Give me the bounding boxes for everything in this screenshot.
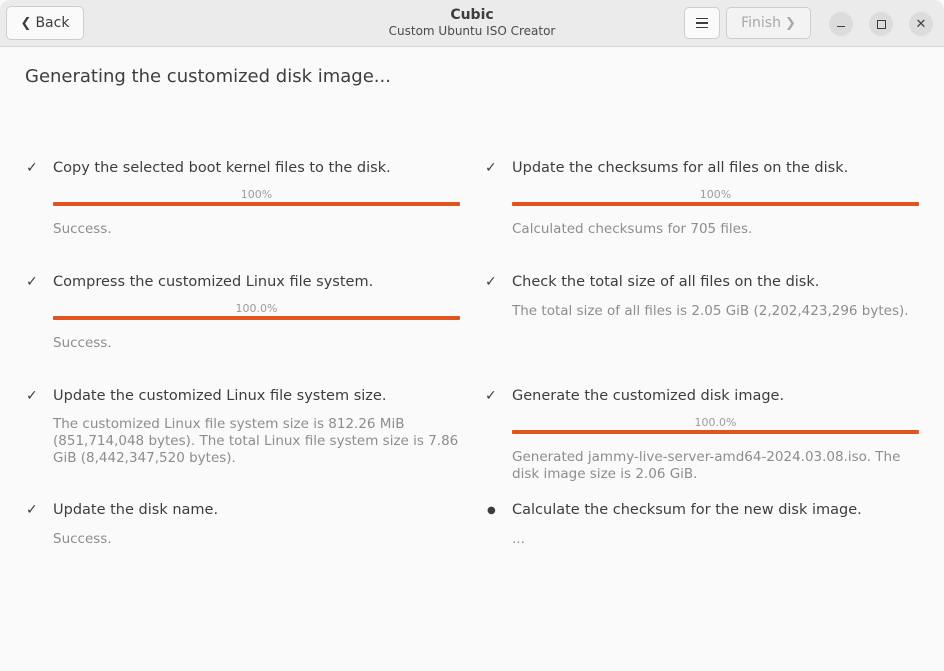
step-status: Success. [53,221,112,237]
progress-text: 100.0% [235,302,278,315]
step-status: Calculated checksums for 705 files. [512,221,753,237]
checkmark-icon: ✓ [485,388,497,404]
step-status: Success. [53,531,112,547]
maximize-icon [876,19,886,29]
finish-button[interactable]: Finish ❯ [726,7,811,39]
minimize-button[interactable] [829,12,853,36]
checkmark-icon: ✓ [485,274,497,290]
chevron-left-icon: ❮ [20,15,32,31]
step-label: Calculate the checksum for the new disk … [512,502,862,518]
step-label: Update the disk name. [53,502,219,518]
progress-text: 100% [699,188,732,201]
checkmark-icon: ✓ [26,502,38,518]
progress-text: 100.0% [694,416,737,429]
step-label: Compress the customized Linux file syste… [53,274,374,290]
maximize-button[interactable] [869,12,893,36]
finish-button-label: Finish [741,15,781,31]
progress-fill [53,316,460,320]
step-status: The total size of all files is 2.05 GiB … [512,303,909,319]
step-update-checksums: ✓ Update the checksums for all files on … [485,160,919,240]
step-status: Generated jammy-live-server-amd64-2024.0… [512,449,901,482]
step-status: Success. [53,335,112,351]
step-compress-fs: ✓ Compress the customized Linux file sys… [26,274,460,354]
close-icon: ✕ [915,16,927,32]
step-label: Generate the customized disk image. [512,388,785,404]
back-button-label: Back [35,15,70,31]
step-label: Copy the selected boot kernel files to t… [53,160,391,176]
progress-fill [512,430,919,434]
progress-bar [512,430,919,434]
checkmark-icon: ✓ [26,274,38,290]
chevron-right-icon: ❯ [784,15,796,31]
checkmark-icon: ✓ [26,160,38,176]
progress-bar [512,202,919,206]
step-calculate-checksum: ● Calculate the checksum for the new dis… [485,502,905,552]
minimize-icon [837,25,845,28]
back-button[interactable]: ❮ Back [6,6,84,40]
step-update-fs-size: ✓ Update the customized Linux file syste… [26,388,458,468]
checkmark-icon: ✓ [26,388,38,404]
step-label: Update the customized Linux file system … [53,388,387,404]
window-subtitle: Custom Ubuntu ISO Creator [388,24,556,38]
window-title: Cubic [450,7,494,23]
hamburger-icon [696,17,708,29]
title-bar: ❮ Back Cubic Custom Ubuntu ISO Creator F… [0,0,944,47]
step-label: Update the checksums for all files on th… [512,160,849,176]
progress-fill [53,202,460,206]
step-status: The customized Linux file system size is… [53,416,459,466]
step-label: Check the total size of all files on the… [512,274,820,290]
progress-bar [53,202,460,206]
progress-text: 100% [240,188,273,201]
menu-button[interactable] [684,7,720,39]
window-title-area: Cubic Custom Ubuntu ISO Creator [372,7,572,39]
step-check-total-size: ✓ Check the total size of all files on t… [485,274,909,324]
checkmark-icon: ✓ [485,160,497,176]
page-heading: Generating the customized disk image... [25,66,391,87]
progress-fill [512,202,919,206]
step-copy-kernel: ✓ Copy the selected boot kernel files to… [26,160,460,240]
step-generate-image: ✓ Generate the customized disk image. 10… [485,388,919,488]
step-update-disk-name: ✓ Update the disk name. Success. [26,502,446,552]
bullet-icon: ● [487,505,496,516]
close-button[interactable]: ✕ [909,12,933,36]
progress-bar [53,316,460,320]
step-status: ... [512,531,525,547]
